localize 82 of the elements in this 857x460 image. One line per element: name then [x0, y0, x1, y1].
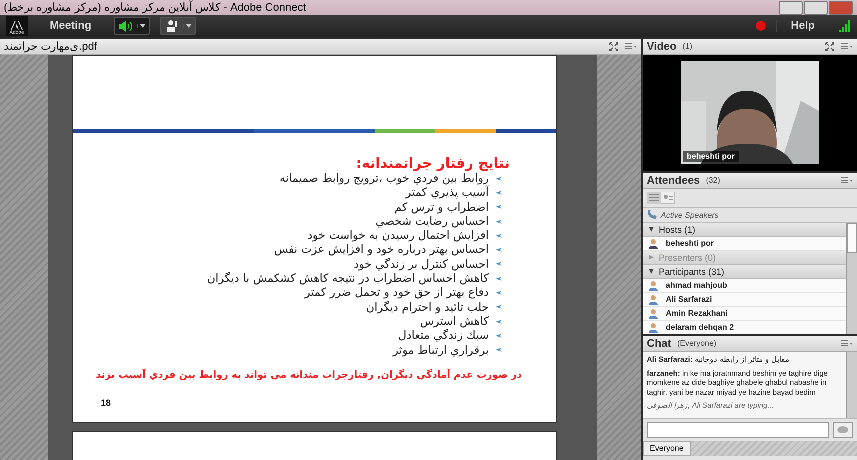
chat-input[interactable]: [647, 422, 829, 438]
arrow-bullet-icon: [496, 276, 502, 281]
raise-hand-button[interactable]: [160, 17, 196, 35]
bullet-text: سبك زندگي متعادل: [398, 329, 489, 343]
arrow-bullet-icon: [496, 334, 502, 338]
user-icon: [649, 280, 658, 290]
arrow-bullet-icon: [496, 190, 502, 195]
speaker-icon: [118, 20, 133, 32]
bullet-text: احساس رضايت شخصي: [376, 214, 489, 228]
pod-count: (Everyone): [677, 339, 717, 348]
user-icon: [649, 294, 658, 304]
fullscreen-icon[interactable]: [825, 42, 835, 52]
video-caption: beheshti por: [683, 151, 740, 162]
user-icon: [649, 322, 658, 332]
bullet-text: احساس كنترل بر زندگي خود: [354, 258, 489, 272]
bullet-text: دفاع بهتر از حق خود و تحمل ضرر كمتر: [305, 286, 489, 300]
expanded-icon: [649, 269, 654, 274]
arrow-bullet-icon: [496, 348, 502, 352]
menu-icon[interactable]: [625, 43, 637, 50]
signal-icon: [839, 20, 851, 32]
menu-icon[interactable]: [841, 43, 853, 50]
menu-icon[interactable]: [841, 177, 853, 184]
group-header[interactable]: Participants (31): [643, 265, 846, 279]
attendee-row[interactable]: delaram dehqan 2: [643, 321, 846, 334]
bullet-text: اضطراب و ترس كم: [394, 200, 489, 214]
chat-tab[interactable]: Everyone: [643, 441, 691, 456]
window-title: (کلاس آنلاین مرکز مشاوره (مرکز مشاوره برخط - Adobe Connect: [4, 1, 306, 14]
caret-icon[interactable]: [186, 24, 192, 28]
minimize-button[interactable]: [779, 0, 803, 14]
arrow-bullet-icon: [496, 220, 502, 224]
maximize-button[interactable]: [804, 0, 828, 14]
person-icon: [166, 20, 178, 32]
active-speakers-label: Active Speakers: [661, 210, 719, 220]
attendee-row[interactable]: Amin Rezakhani: [643, 307, 846, 321]
bullet-text: روابط بين فردي خوب ،ترويج روابط صميمانه: [280, 172, 489, 186]
slide-heading: نتايج رفتار جراتمندانه:: [355, 155, 511, 172]
phone-icon: [647, 210, 657, 220]
user-icon: [649, 308, 658, 318]
attendee-row[interactable]: ahmad mahjoub: [643, 279, 846, 293]
recording-icon: [756, 21, 766, 31]
card-view-icon[interactable]: [661, 192, 675, 204]
group-header[interactable]: Hosts (1): [643, 223, 846, 237]
bullet-text: احساس بهتر درباره خود و افزايش عزت نفس: [274, 243, 489, 257]
arrow-bullet-icon: [496, 234, 502, 238]
bullet-text: كاهش احساس اضطراب در نتيجه كاهش كشكمش با ديگران: [207, 272, 489, 286]
scrollbar[interactable]: [846, 352, 857, 418]
collapsed-icon: [649, 255, 654, 260]
menu-icon[interactable]: [841, 340, 853, 347]
fullscreen-icon[interactable]: [609, 42, 619, 52]
pod-title: Video: [647, 40, 677, 52]
close-button[interactable]: [829, 0, 853, 14]
arrow-bullet-icon: [496, 320, 502, 324]
bullet-text: برقراري ارتباط موثر: [393, 344, 489, 357]
help-menu[interactable]: Help: [776, 20, 829, 32]
file-name: ی‌مهارت جراتمند.pdf: [4, 40, 98, 53]
pod-title: Attendees: [647, 174, 700, 186]
pod-title: Chat: [647, 338, 672, 350]
list-view-icon[interactable]: [647, 192, 661, 204]
meeting-menu[interactable]: Meeting: [38, 20, 104, 32]
send-button[interactable]: [833, 422, 853, 438]
attendee-row[interactable]: beheshti por: [643, 237, 846, 251]
caret-icon[interactable]: [140, 24, 146, 28]
bullet-text: آسيب پذيري كمتر: [406, 186, 489, 200]
bullet-text: افزايش احتمال رسيدن به خواست خود: [308, 229, 489, 242]
bullet-text: كاهش استرس: [420, 314, 489, 328]
speaker-button[interactable]: [114, 17, 150, 35]
arrow-bullet-icon: [496, 205, 502, 210]
bullet-text: جلب تائيد و احترام ديگران: [366, 300, 489, 314]
slide-note: در صورت عدم آمادگي ديگران, رفتارجرات مندانه مي تواند به روابط بين فردي آسيب بزند: [96, 370, 522, 381]
arrow-bullet-icon: [496, 291, 502, 296]
user-icon: [649, 238, 658, 248]
scrollbar[interactable]: [846, 223, 857, 334]
attendee-row[interactable]: Ali Sarfarazi: [643, 293, 846, 307]
arrow-bullet-icon: [496, 305, 502, 310]
page-number: 18: [100, 396, 112, 408]
arrow-bullet-icon: [496, 176, 502, 181]
pod-count: (1): [682, 42, 693, 51]
arrow-bullet-icon: [496, 248, 502, 252]
expanded-icon: [649, 227, 654, 232]
arrow-bullet-icon: [496, 262, 502, 266]
pod-count: (32): [706, 176, 720, 185]
speech-bubble-icon: [837, 426, 849, 434]
